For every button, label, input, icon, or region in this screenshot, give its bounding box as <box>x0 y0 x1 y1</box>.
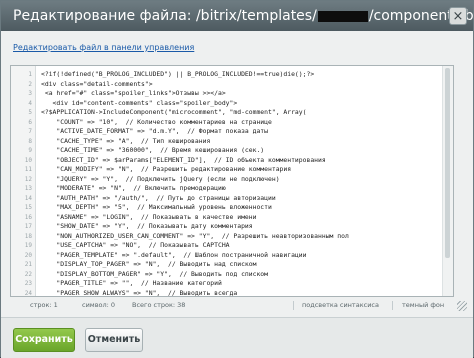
syntax-highlight-toggle[interactable]: подсветка синтаксиса <box>302 301 379 309</box>
code-line[interactable]: "MAX_DEPTH" => "5", // Максимальный уров… <box>41 203 447 213</box>
code-line[interactable]: "AUTH_PATH" => "/auth/", // Путь до стра… <box>41 194 447 204</box>
dark-theme-toggle[interactable]: темный фон <box>402 301 444 309</box>
line-number: 16 <box>24 213 32 221</box>
dialog-titlebar[interactable]: Редактирование файла: /bitrix/templates/… <box>1 1 473 31</box>
code-line[interactable]: <?if(!defined("B_PROLOG_INCLUDED") || B_… <box>41 70 447 80</box>
code-line[interactable]: "DISPLAY_TOP_PAGER" => "N", // Выводить … <box>41 260 447 270</box>
code-line[interactable]: "PAGER_TITLE" => "", // Название категор… <box>41 279 447 289</box>
code-line[interactable]: "PAGER_SHOW_ALWAYS" => "N", // Выводить … <box>41 289 447 297</box>
line-number: 24 <box>24 289 32 297</box>
line-number: 9 <box>28 147 32 154</box>
code-line[interactable]: "PAGER_TEMPLATE" => ".default", // Шабло… <box>41 251 447 261</box>
resize-grip-icon[interactable] <box>457 301 467 311</box>
save-button[interactable]: Сохранить <box>13 328 75 352</box>
line-number: 5 <box>28 109 32 116</box>
line-number: 18 <box>24 232 32 240</box>
editor-dialog: Редактирование файла: /bitrix/templates/… <box>0 0 474 358</box>
edit-in-control-panel-link[interactable]: Редактировать файл в панели управления <box>13 43 194 52</box>
line-number: 17 <box>24 223 32 230</box>
code-line[interactable]: "ASNAME" => "LOGIN", // Показывать в кач… <box>41 213 447 223</box>
line-number: 15 <box>24 204 32 211</box>
status-divider <box>392 301 393 310</box>
line-number: 12 <box>24 175 32 183</box>
editor-statusbar: строк: 1 символ: 0 Всего строк: 38 подсв… <box>10 298 454 311</box>
code-line[interactable]: "OBJECT_ID" => $arParams["ELEMENT_ID"], … <box>41 156 447 166</box>
vertical-scroll-thumb[interactable] <box>445 68 450 258</box>
code-line[interactable]: <div id="content-comments" class="spoile… <box>41 99 447 109</box>
line-number: 7 <box>28 128 32 135</box>
code-line[interactable]: "CACHE_TIME" => "360000", // Время кешир… <box>41 146 447 156</box>
line-number: 8 <box>28 137 32 145</box>
line-number: 11 <box>24 166 32 173</box>
status-divider <box>293 301 294 310</box>
code-line[interactable]: "USE_CAPTCHA" => "NO", // Показывать CAP… <box>41 241 447 251</box>
line-number: 21 <box>24 261 32 268</box>
line-number: 2 <box>28 80 32 88</box>
line-number: 1 <box>28 71 32 78</box>
code-line[interactable]: "JQUERY" => "Y", // Подключить jQuery (е… <box>41 175 447 185</box>
code-line[interactable]: <?$APPLICATION->IncludeComponent("microc… <box>41 108 447 118</box>
code-line[interactable]: "DISPLAY_BOTTOM_PAGER" => "Y", // Выводи… <box>41 270 447 280</box>
code-line[interactable]: "SHOW_DATE" => "Y", // Показывать дату к… <box>41 222 447 232</box>
line-number: 19 <box>24 242 32 249</box>
code-line[interactable]: <a href="#" class="spoiler_links">Отзывы… <box>41 89 447 99</box>
line-number: 23 <box>24 280 32 287</box>
vertical-scrollbar[interactable] <box>442 66 453 296</box>
line-number: 6 <box>28 118 32 126</box>
line-number: 22 <box>24 270 32 278</box>
status-cursor-symbol: символ: 0 <box>82 301 116 309</box>
status-total-lines: Всего строк: 38 <box>132 301 186 309</box>
cancel-button[interactable]: Отменить <box>85 328 143 352</box>
code-line[interactable]: <div class="detail-comments"> <box>41 80 447 90</box>
line-number: 13 <box>24 185 32 192</box>
redacted-segment <box>317 10 368 22</box>
line-number: 4 <box>28 99 32 107</box>
line-number: 10 <box>24 156 32 164</box>
code-editor[interactable]: 1 2 3 4 5 6 7 8 9 10 11 12 13 14 15 16 17 18 19 20 21 22 23 24 … <box>10 65 454 297</box>
dialog-title-prefix: Редактирование файла: /bitrix/templates/ <box>13 8 317 24</box>
line-number: 20 <box>24 251 32 259</box>
code-line[interactable]: "CACHE_TYPE" => "A", // Тип кеширования <box>41 137 447 147</box>
line-number: 14 <box>24 194 32 202</box>
code-line[interactable]: "COUNT" => "10", // Количество комментар… <box>41 118 447 128</box>
line-number-gutter: 1 2 3 4 5 6 7 8 9 10 11 12 13 14 15 16 17 18 19 20 21 22 23 24 <box>11 66 36 297</box>
line-number: 3 <box>28 90 32 97</box>
code-area[interactable]: <?if(!defined("B_PROLOG_INCLUDED") || B_… <box>41 70 447 297</box>
close-icon[interactable]: × <box>449 7 467 25</box>
code-line[interactable]: "MODERATE" => "N", // Включить премодера… <box>41 184 447 194</box>
code-line[interactable]: "NON_AUTHORIZED_USER_CAN_COMMENT" => "Y"… <box>41 232 447 242</box>
code-line[interactable]: "ACTIVE_DATE_FORMAT" => "d.m.Y", // Форм… <box>41 127 447 137</box>
code-line[interactable]: "CAN_MODIFY" => "N", // Разрешить редакт… <box>41 165 447 175</box>
status-cursor-line: строк: 1 <box>30 301 58 309</box>
dialog-footer: Сохранить Отменить <box>1 317 473 358</box>
